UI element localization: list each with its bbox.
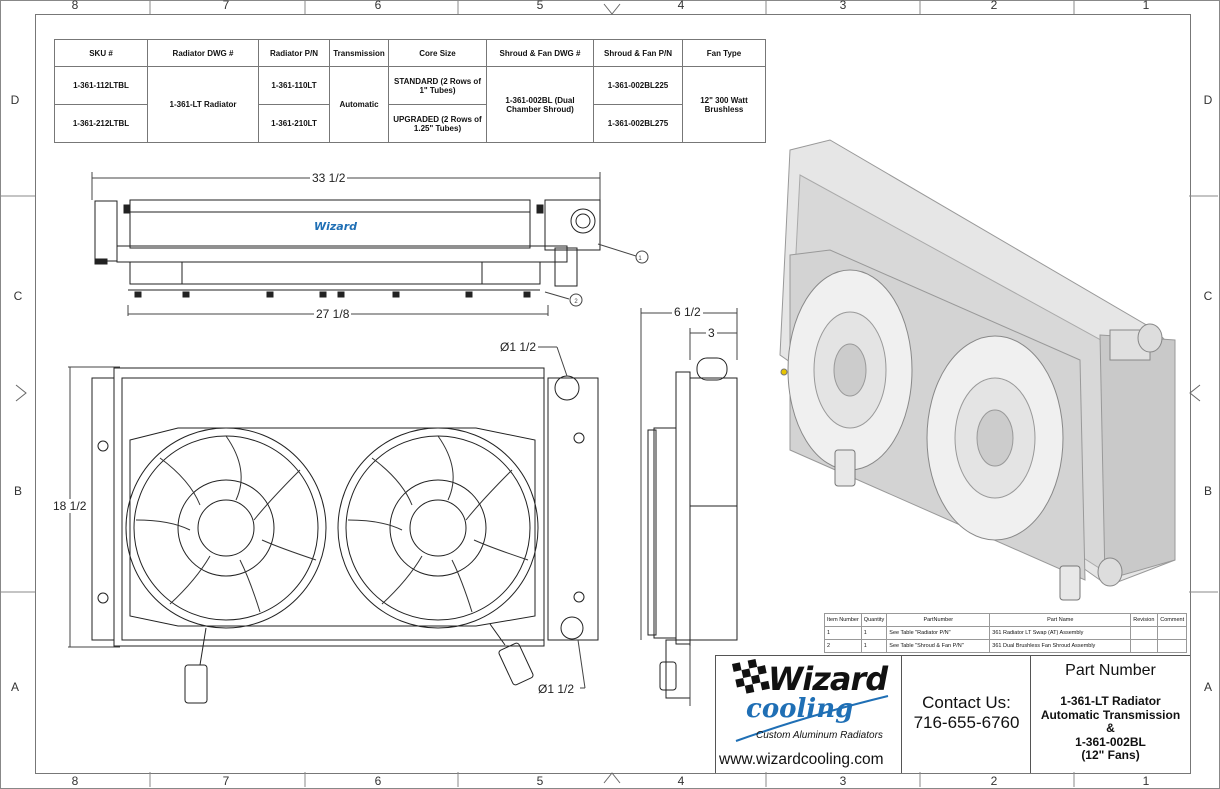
bom-cell: 1 [860,639,888,653]
dimension-depth: 6 1/2 [672,305,703,319]
part-number-lines: 1-361-LT Radiator Automatic Transmission… [1031,694,1190,763]
bom-cell: 1 [860,626,888,640]
mini-logo: Wizard [314,220,357,233]
top-view [91,172,649,316]
dimension-height: 18 1/2 [51,499,89,513]
bom-cell [1157,639,1188,653]
bom-cell: See Table "Radiator P/N" [886,626,991,640]
bom-header: Quantity [860,613,888,627]
bom-header: Item Number [824,613,862,627]
dimension-port-bottom: Ø1 1/2 [536,682,577,696]
part-line: & [1106,721,1115,735]
title-block-logo: Wizard cooling Custom Aluminum Radiators… [715,655,902,773]
bom-cell: 2 [824,639,862,653]
website-link[interactable]: www.wizardcooling.com [719,751,884,769]
title-block-contact: Contact Us: 716-655-6760 [901,655,1031,773]
bill-of-materials: Item Number Quantity PartNumber Part Nam… [824,613,1188,653]
part-line: 1-361-LT Radiator [1060,694,1161,708]
part-line: 1-361-002BL [1075,734,1146,749]
bom-cell: 361 Dual Brushless Fan Shroud Assembly [989,639,1132,653]
logo-tagline: Custom Aluminum Radiators [756,730,883,741]
dimension-core-width: 27 1/8 [314,307,352,321]
bom-header: Revision [1130,613,1159,627]
bom-cell [1157,626,1188,640]
logo-wordmark: Wizard [768,660,888,698]
dimension-overall-width: 33 1/2 [310,171,348,185]
logo-script: cooling [746,694,854,724]
bom-cell: 361 Radiator LT Swap (AT) Assembly [989,626,1132,640]
part-number-label: Part Number [1065,662,1156,679]
bom-cell [1130,626,1159,640]
part-line: (12" Fans) [1081,748,1140,762]
bom-row: 2 1 See Table "Shroud & Fan P/N" 361 Dua… [824,639,1188,653]
bom-cell [1130,639,1159,653]
dimension-port-top: Ø1 1/2 [498,340,539,354]
bom-row: 1 1 See Table "Radiator P/N" 361 Radiato… [824,626,1188,640]
isometric-render [779,139,1176,601]
front-view [68,346,599,704]
part-line: Automatic Transmission [1040,707,1181,722]
title-block-part-number: Part Number 1-361-LT Radiator Automatic … [1030,655,1190,773]
dimension-shroud-depth: 3 [706,326,717,340]
bom-cell: 1 [824,626,862,640]
balloon-label: 2 [574,299,578,305]
bom-cell: See Table "Shroud & Fan P/N" [886,639,991,653]
bom-header: Comment [1157,613,1188,627]
side-view [640,308,738,706]
balloon-label: 1 [638,256,642,262]
contact-phone[interactable]: 716-655-6760 [902,713,1031,733]
contact-label: Contact Us: [922,693,1011,712]
bom-header: Part Name [989,613,1132,627]
bom-header: PartNumber [886,613,991,627]
